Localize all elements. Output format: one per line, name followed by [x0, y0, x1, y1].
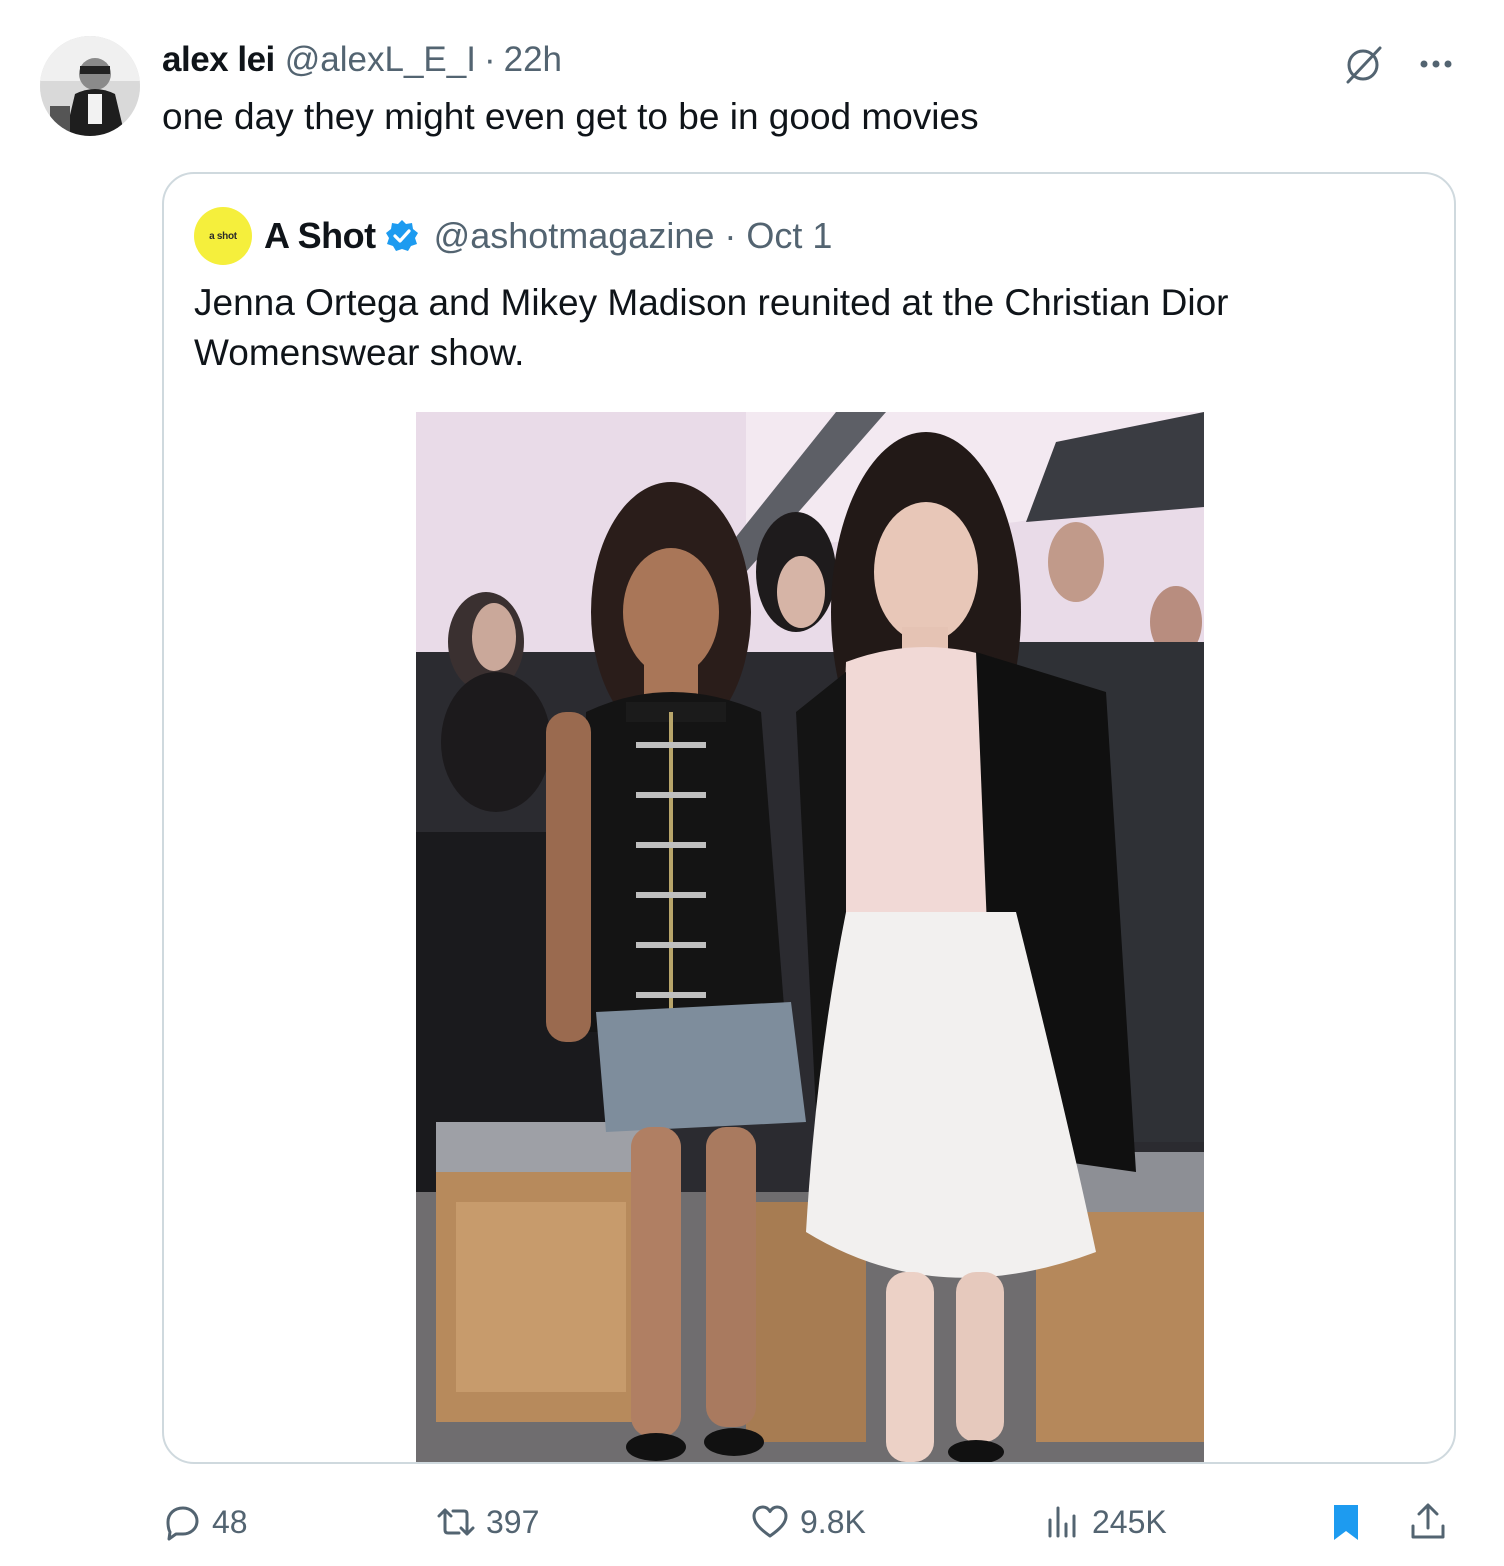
tweet-text: one day they might even get to be in goo…: [162, 96, 979, 137]
photo-image: [416, 412, 1204, 1462]
quote-avatar-logo-text: a shot: [209, 230, 237, 242]
quote-display-name[interactable]: A Shot: [264, 215, 376, 257]
quote-separator-dot: ·: [724, 215, 737, 256]
tweet[interactable]: alex lei @alexL_E_I · 22h one day they m…: [0, 0, 1504, 1566]
author-avatar[interactable]: [40, 36, 140, 136]
tweet-actions-bar: 48 397 9.8K 245K: [162, 1498, 1456, 1546]
views-count: 245K: [1092, 1503, 1167, 1540]
bookmark-button[interactable]: [1326, 1498, 1366, 1546]
author-display-name[interactable]: alex lei: [162, 40, 275, 80]
repost-button[interactable]: 397: [436, 1498, 539, 1546]
share-upload-icon: [1411, 1503, 1445, 1539]
heart-icon: [752, 1505, 788, 1538]
more-dots-icon[interactable]: [1416, 44, 1456, 84]
reply-count: 48: [212, 1503, 248, 1540]
tweet-top-actions: [1342, 42, 1456, 86]
tweet-header: alex lei @alexL_E_I · 22h: [162, 40, 562, 84]
share-button[interactable]: [1408, 1498, 1448, 1546]
quote-avatar[interactable]: a shot: [194, 207, 252, 265]
reply-icon: [166, 1506, 199, 1541]
quoted-tweet[interactable]: a shot A Shot @ashotmagazine · Oct 1 Jen…: [162, 172, 1456, 1464]
views-button[interactable]: 245K: [1042, 1498, 1167, 1546]
quote-header: a shot A Shot @ashotmagazine · Oct 1: [194, 207, 832, 265]
views-chart-icon: [1048, 1506, 1076, 1538]
tweet-timestamp[interactable]: 22h: [504, 40, 562, 80]
like-count: 9.8K: [800, 1503, 866, 1540]
quote-photo[interactable]: [416, 412, 1204, 1462]
avatar-image: [40, 36, 140, 136]
author-handle[interactable]: @alexL_E_I: [285, 40, 476, 80]
verified-badge-icon: [385, 220, 418, 251]
separator-dot: ·: [483, 40, 496, 79]
quote-date[interactable]: Oct 1: [746, 215, 832, 257]
quote-text: Jenna Ortega and Mikey Madison reunited …: [194, 282, 1229, 373]
repost-count: 397: [486, 1503, 540, 1540]
bookmark-filled-icon: [1334, 1505, 1358, 1540]
like-button[interactable]: 9.8K: [750, 1498, 866, 1546]
slash-circle-icon[interactable]: [1342, 42, 1386, 86]
quote-handle[interactable]: @ashotmagazine: [434, 215, 715, 257]
repost-icon: [437, 1508, 475, 1536]
reply-button[interactable]: 48: [162, 1498, 248, 1546]
